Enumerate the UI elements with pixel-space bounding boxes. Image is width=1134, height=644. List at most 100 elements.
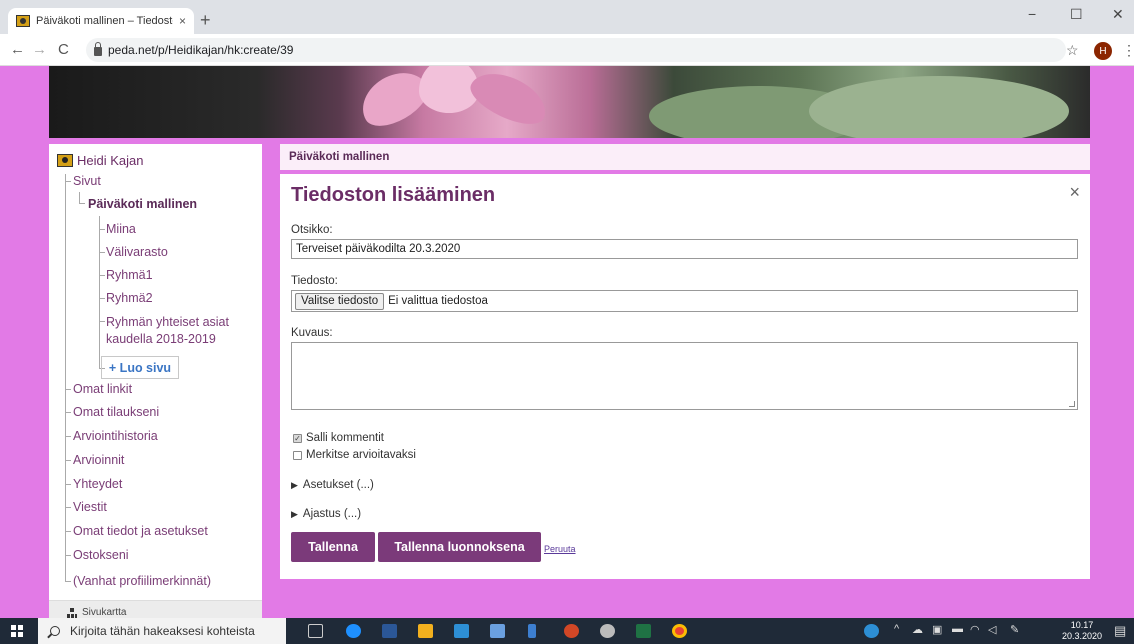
sidebar-item-child[interactable]: Välivarasto: [106, 245, 168, 259]
title-label: Otsikko:: [291, 224, 333, 236]
sidebar-link[interactable]: Yhteydet: [73, 477, 122, 491]
sidebar-link[interactable]: Ostokseni: [73, 548, 129, 562]
taskbar: Kirjoita tähän hakeaksesi kohteista ^ ☁ …: [0, 618, 1134, 644]
banner-image: [49, 66, 1090, 138]
breadcrumb: Päiväkoti mallinen: [280, 144, 1090, 170]
browser-menu-icon[interactable]: ⋮: [1122, 42, 1134, 59]
powerpoint-icon[interactable]: [564, 624, 579, 638]
add-file-panel: Tiedoston lisääminen × Otsikko: Tiedosto…: [280, 174, 1090, 579]
browser-tab[interactable]: Päiväkoti mallinen – Tiedoston lis ×: [8, 8, 194, 34]
scheduling-label: Ajastus (...): [302, 508, 362, 520]
lock-icon: [94, 42, 102, 56]
file-input[interactable]: Valitse tiedosto Ei valittua tiedostoa: [291, 290, 1078, 312]
file-status: Ei valittua tiedostoa: [388, 295, 488, 307]
task-view-icon[interactable]: [308, 624, 323, 638]
choose-file-button[interactable]: Valitse tiedosto: [295, 292, 385, 310]
sitemap-icon: [67, 607, 77, 618]
tray-app-icon[interactable]: ▣: [932, 623, 942, 636]
sitemap-label: Sivukartta: [82, 607, 127, 618]
settings-toggle[interactable]: ▶ Asetukset (...): [291, 479, 374, 491]
user-name[interactable]: Heidi Kajan: [77, 153, 144, 168]
page-background: Heidi Kajan Sivut Päiväkoti mallinen Mii…: [0, 66, 1134, 618]
mark-grading-label[interactable]: Merkitse arvioitavaksi: [306, 449, 416, 461]
settings-gear-icon[interactable]: [600, 624, 615, 638]
onedrive-icon[interactable]: ☁: [912, 623, 923, 636]
help-icon[interactable]: [864, 624, 879, 638]
user-avatar: [57, 154, 73, 167]
sidebar-item-child[interactable]: Ryhmä1: [106, 268, 153, 282]
battery-icon[interactable]: ▬: [952, 623, 963, 635]
sidebar-link[interactable]: Omat tilaukseni: [73, 405, 159, 419]
window-close-button[interactable]: ✕: [1112, 6, 1124, 23]
system-clock[interactable]: 10.17 20.3.2020: [1062, 620, 1102, 642]
clock-date: 20.3.2020: [1062, 631, 1103, 641]
sidebar-link[interactable]: Omat tiedot ja asetukset: [73, 524, 208, 538]
forward-button[interactable]: →: [32, 41, 47, 58]
mail-icon[interactable]: [454, 624, 469, 638]
taskbar-search[interactable]: Kirjoita tähän hakeaksesi kohteista: [38, 618, 286, 644]
sidebar-item-sivut[interactable]: Sivut: [73, 174, 101, 188]
scheduling-toggle[interactable]: ▶ Ajastus (...): [291, 508, 361, 520]
save-draft-button[interactable]: Tallenna luonnoksena: [378, 532, 541, 562]
search-icon: [50, 626, 60, 636]
volume-icon[interactable]: ◁: [988, 623, 996, 636]
chrome-icon[interactable]: [672, 624, 687, 638]
sitemap-link[interactable]: Sivukartta: [49, 600, 262, 618]
reload-button[interactable]: C: [58, 41, 69, 58]
wifi-icon[interactable]: ◠: [970, 623, 980, 636]
bookmark-star-icon[interactable]: ☆: [1066, 42, 1079, 59]
sidebar-link[interactable]: Omat linkit: [73, 382, 132, 396]
description-label: Kuvaus:: [291, 327, 333, 339]
allow-comments-checkbox[interactable]: ✓: [293, 433, 302, 443]
sidebar-item-child[interactable]: Miina: [106, 222, 136, 236]
back-button[interactable]: ←: [10, 41, 25, 58]
title-input[interactable]: [291, 239, 1078, 259]
sidebar-item-child[interactable]: Ryhmän yhteiset asiat kaudella 2018-2019: [106, 314, 236, 348]
notifications-icon[interactable]: ▤: [1114, 623, 1126, 639]
excel-icon[interactable]: [636, 624, 651, 638]
sidebar-item-child[interactable]: Ryhmä2: [106, 291, 153, 305]
breadcrumb-item[interactable]: Päiväkoti mallinen: [289, 151, 389, 163]
search-placeholder: Kirjoita tähän hakeaksesi kohteista: [70, 624, 255, 638]
mark-grading-checkbox[interactable]: [293, 450, 302, 460]
save-button[interactable]: Tallenna: [291, 532, 375, 562]
description-textarea[interactable]: [291, 342, 1078, 410]
url-field[interactable]: peda.net/p/Heidikajan/hk:create/39: [86, 38, 1066, 62]
minimize-button[interactable]: −: [1028, 6, 1036, 22]
sidebar-link[interactable]: Viestit: [73, 500, 107, 514]
word-icon[interactable]: [382, 624, 397, 638]
dropbox-icon[interactable]: [490, 624, 505, 638]
new-tab-button[interactable]: +: [200, 10, 211, 31]
sidebar: Heidi Kajan Sivut Päiväkoti mallinen Mii…: [49, 144, 262, 618]
sidebar-link[interactable]: Arvioinnit: [73, 453, 124, 467]
sidebar-link[interactable]: Arviointihistoria: [73, 429, 158, 443]
windows-start-icon[interactable]: [11, 625, 23, 637]
resize-handle-icon[interactable]: [1069, 401, 1075, 407]
edge-icon[interactable]: [346, 624, 361, 638]
cancel-link[interactable]: Peruuta: [544, 544, 576, 554]
site-favicon-icon: [16, 15, 30, 27]
maximize-button[interactable]: ☐: [1070, 6, 1083, 23]
tray-chevron-icon[interactable]: ^: [894, 623, 899, 635]
mark-grading-row[interactable]: Merkitse arvioitavaksi: [293, 449, 416, 461]
allow-comments-label[interactable]: Salli kommentit: [306, 432, 384, 444]
triangle-right-icon: ▶: [291, 508, 298, 519]
tab-close-icon[interactable]: ×: [179, 14, 186, 28]
clock-time: 10.17: [1070, 620, 1094, 630]
file-label: Tiedosto:: [291, 275, 338, 287]
allow-comments-row[interactable]: ✓ Salli kommentit: [293, 432, 384, 444]
page-title: Tiedoston lisääminen: [291, 184, 496, 206]
close-icon[interactable]: ×: [1069, 182, 1080, 203]
sidebar-user[interactable]: Heidi Kajan: [57, 153, 144, 168]
address-bar: ← → C peda.net/p/Heidikajan/hk:create/39…: [0, 34, 1134, 66]
settings-label: Asetukset (...): [302, 479, 374, 491]
sidebar-item-current-page[interactable]: Päiväkoti mallinen: [88, 197, 197, 211]
profile-avatar[interactable]: H: [1094, 42, 1112, 60]
browser-tab-bar: Päiväkoti mallinen – Tiedoston lis × + −…: [0, 0, 1134, 34]
app-icon[interactable]: [528, 624, 536, 638]
create-page-button[interactable]: + Luo sivu: [101, 356, 179, 379]
file-explorer-icon[interactable]: [418, 624, 433, 638]
sidebar-link[interactable]: (Vanhat profiilimerkinnät): [73, 574, 211, 588]
pen-icon[interactable]: ✎: [1010, 623, 1019, 636]
triangle-right-icon: ▶: [291, 479, 298, 490]
